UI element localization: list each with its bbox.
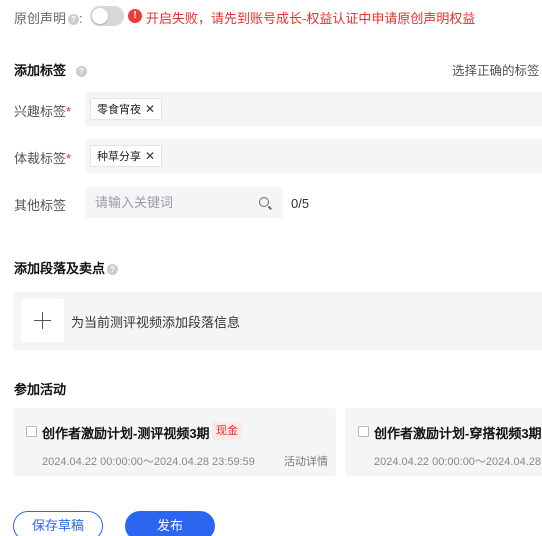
save-draft-button[interactable]: 保存草稿	[13, 511, 103, 536]
activity-date: 2024.04.22 00:00:00～2024.04.28 23:59:59	[42, 456, 255, 468]
tags-title-text: 添加标签	[14, 63, 67, 78]
genre-tag-chip: 种草分享 ✕	[90, 145, 163, 167]
error-icon: !	[128, 9, 142, 23]
other-tags-label: 其他标签	[14, 198, 67, 213]
activity-details-link[interactable]: 活动详情	[284, 453, 328, 469]
interest-tag-chip: 零食宵夜 ✕	[90, 98, 163, 120]
search-icon[interactable]	[259, 197, 269, 207]
publish-button[interactable]: 发布	[125, 511, 215, 536]
keyword-input[interactable]	[95, 187, 245, 218]
help-icon[interactable]: ?	[75, 66, 87, 77]
interest-tags-field[interactable]: 零食宵夜 ✕	[85, 92, 542, 126]
activity-card[interactable]: 创作者激励计划-测评视频3期 现金 2024.04.22 00:00:00～20…	[13, 408, 336, 476]
paragraph-title-text: 添加段落及卖点	[14, 261, 106, 276]
activity-date: 2024.04.22 00:00:00～2024.04.28	[374, 456, 541, 468]
help-icon[interactable]: ?	[68, 14, 80, 25]
remove-tag-icon[interactable]: ✕	[145, 149, 155, 163]
original-declaration-warning: 开启失败，请先到账号成长-权益认证中申请原创声明权益	[146, 11, 476, 26]
tags-section-title: 添加标签 ?	[14, 60, 87, 79]
cash-badge: 现金	[212, 422, 242, 440]
activity-title: 创作者激励计划-穿搭视频3期	[374, 426, 542, 441]
paragraph-panel: 为当前测评视频添加段落信息	[13, 292, 542, 350]
toggle-knob	[92, 8, 108, 24]
interest-tags-label: 兴趣标签*	[14, 101, 71, 120]
paragraph-section-title: 添加段落及卖点?	[14, 258, 119, 277]
remove-tag-icon[interactable]: ✕	[145, 102, 155, 116]
tags-hint: 选择正确的标签	[452, 64, 540, 78]
tag-counter: 0/5	[291, 196, 310, 211]
required-mark: *	[66, 104, 72, 119]
required-mark: *	[66, 151, 72, 166]
genre-tags-label: 体裁标签*	[14, 148, 71, 167]
activity-checkbox[interactable]	[26, 426, 37, 437]
activity-card[interactable]: 创作者激励计划-穿搭视频3期 2024.04.22 00:00:00～2024.…	[345, 408, 542, 476]
original-declaration-text: 原创声明	[14, 11, 67, 26]
original-declaration-toggle[interactable]	[90, 6, 124, 26]
genre-tags-field[interactable]: 种草分享 ✕	[85, 139, 542, 173]
add-paragraph-text: 为当前测评视频添加段落信息	[71, 315, 241, 330]
interest-label-text: 兴趣标签	[14, 104, 67, 119]
tag-text: 种草分享	[97, 151, 141, 163]
original-declaration-label: 原创声明?:	[14, 8, 83, 27]
add-paragraph-button[interactable]	[21, 299, 64, 342]
tag-text: 零食宵夜	[97, 104, 141, 116]
colon: :	[79, 11, 83, 26]
activity-checkbox[interactable]	[358, 426, 369, 437]
activity-title: 创作者激励计划-测评视频3期	[42, 426, 210, 441]
help-icon[interactable]: ?	[107, 264, 119, 275]
activity-section-title: 参加活动	[14, 382, 67, 397]
genre-label-text: 体裁标签	[14, 151, 67, 166]
other-tags-search	[85, 187, 283, 218]
